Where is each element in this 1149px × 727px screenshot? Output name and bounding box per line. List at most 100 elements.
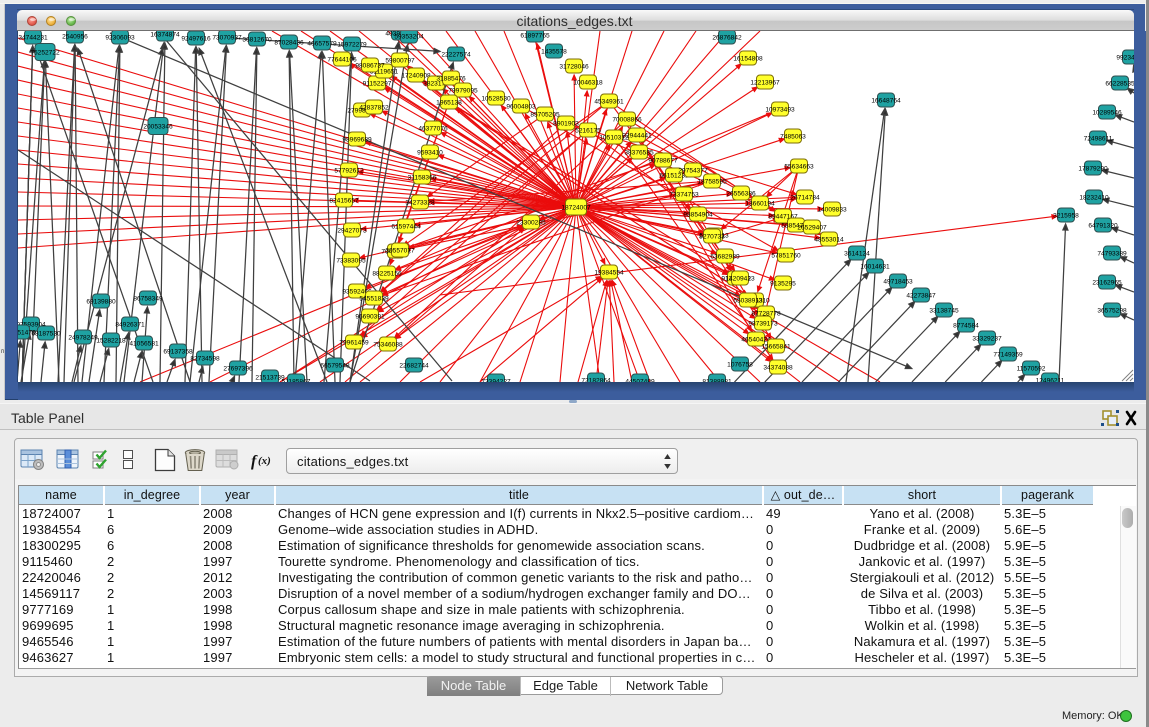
svg-text:77644106: 77644106	[327, 56, 357, 63]
svg-text:27697396: 27697396	[223, 365, 253, 372]
svg-text:75252722: 75252722	[30, 49, 60, 56]
svg-text:55038913: 55038913	[733, 297, 763, 304]
svg-text:17240908: 17240908	[401, 72, 431, 79]
svg-text:34374088: 34374088	[763, 364, 793, 371]
svg-text:54551839: 54551839	[359, 295, 389, 302]
svg-text:29754377: 29754377	[678, 167, 708, 174]
svg-text:46377076: 46377076	[418, 125, 448, 132]
svg-text:45349361: 45349361	[594, 98, 624, 105]
svg-text:(x): (x)	[258, 455, 271, 467]
svg-text:33329237: 33329237	[972, 335, 1002, 342]
svg-text:84926371: 84926371	[115, 321, 145, 328]
svg-text:22227574: 22227574	[441, 51, 471, 58]
svg-text:73374753: 73374753	[669, 191, 699, 198]
svg-text:98969689: 98969689	[342, 136, 372, 143]
svg-text:85705205: 85705205	[530, 111, 560, 118]
svg-text:34273328: 34273328	[405, 199, 435, 206]
svg-text:61897765: 61897765	[520, 32, 550, 39]
svg-text:26529407: 26529407	[797, 224, 827, 231]
svg-text:61597444: 61597444	[391, 223, 421, 230]
svg-text:15972279: 15972279	[337, 41, 367, 48]
svg-text:70008866: 70008866	[612, 116, 642, 123]
svg-text:23162965: 23162965	[1092, 279, 1122, 286]
svg-text:8270733: 8270733	[699, 233, 725, 240]
svg-text:19384554: 19384554	[594, 269, 624, 276]
svg-text:f: f	[251, 453, 258, 470]
svg-text:98854904: 98854904	[683, 211, 713, 218]
svg-text:17879290: 17879290	[1078, 165, 1108, 172]
svg-text:96004803: 96004803	[506, 103, 536, 110]
svg-text:79979095: 79979095	[448, 87, 478, 94]
svg-text:1435578: 1435578	[541, 48, 567, 55]
svg-text:34744231: 34744231	[18, 34, 48, 41]
svg-text:49718453: 49718453	[883, 278, 913, 285]
svg-text:63682989: 63682989	[710, 253, 740, 260]
svg-text:23300285: 23300285	[516, 219, 546, 226]
svg-text:14009833: 14009833	[817, 206, 847, 213]
svg-text:16014631: 16014631	[860, 263, 890, 270]
svg-text:29427073: 29427073	[337, 227, 367, 234]
svg-text:3614124: 3614124	[844, 250, 870, 257]
svg-text:92306093: 92306093	[105, 34, 135, 41]
svg-text:69137358: 69137358	[163, 348, 193, 355]
svg-text:66228535: 66228535	[1105, 80, 1134, 87]
svg-text:18724007: 18724007	[561, 204, 591, 211]
svg-text:5216175: 5216175	[575, 127, 601, 134]
svg-text:59800797: 59800797	[385, 57, 415, 64]
svg-text:15282218: 15282218	[96, 337, 126, 344]
svg-text:30557077: 30557077	[385, 247, 415, 254]
svg-text:36575298: 36575298	[1097, 307, 1127, 314]
svg-text:15665841: 15665841	[761, 343, 791, 350]
svg-text:57792612: 57792612	[334, 167, 364, 174]
svg-text:24978249: 24978249	[68, 334, 98, 341]
svg-text:26876842: 26876842	[712, 34, 742, 41]
svg-text:99234974: 99234974	[1116, 54, 1134, 61]
svg-text:66579548: 66579548	[320, 362, 350, 369]
svg-text:9135295: 9135295	[770, 280, 796, 287]
svg-text:8901903: 8901903	[553, 120, 579, 127]
svg-text:55634663: 55634663	[784, 163, 814, 170]
svg-text:82415657: 82415657	[329, 197, 359, 204]
svg-text:36812670: 36812670	[242, 36, 272, 43]
svg-text:10973493: 10973493	[765, 106, 795, 113]
svg-text:18758595: 18758595	[697, 178, 727, 185]
svg-text:96690391: 96690391	[355, 313, 385, 320]
svg-text:79961459: 79961459	[339, 339, 369, 346]
svg-text:73383095: 73383095	[336, 257, 366, 264]
svg-text:20053346: 20053346	[143, 123, 173, 130]
svg-text:90788677: 90788677	[648, 157, 678, 164]
svg-text:32944441: 32944441	[622, 132, 652, 139]
svg-text:26556386: 26556386	[726, 190, 756, 197]
svg-text:73070937: 73070937	[212, 34, 242, 41]
svg-text:98086737: 98086737	[355, 62, 385, 69]
svg-text:77149359: 77149359	[993, 351, 1023, 358]
svg-text:31728046: 31728046	[559, 63, 589, 70]
svg-text:26714784: 26714784	[790, 194, 820, 201]
svg-text:46540424: 46540424	[741, 336, 771, 343]
svg-text:48553014: 48553014	[814, 236, 844, 243]
svg-text:72498611: 72498611	[1084, 135, 1113, 142]
svg-text:11570592: 11570592	[1017, 365, 1046, 372]
svg-text:8774584: 8774584	[953, 322, 979, 329]
svg-text:1076758: 1076758	[727, 361, 753, 368]
svg-text:82734598: 82734598	[190, 355, 220, 362]
svg-text:10046318: 10046318	[573, 79, 603, 86]
svg-text:10528530: 10528530	[481, 95, 511, 102]
svg-text:69139880: 69139880	[86, 298, 116, 305]
svg-text:42273847: 42273847	[906, 292, 936, 299]
svg-text:98739173: 98739173	[748, 320, 778, 327]
svg-text:1965138: 1965138	[436, 99, 462, 106]
svg-text:21513739: 21513739	[255, 374, 285, 381]
svg-text:16648764: 16648764	[871, 97, 901, 104]
svg-text:31885476: 31885476	[436, 75, 466, 82]
svg-text:92497616: 92497616	[181, 35, 211, 42]
svg-text:38376585: 38376585	[624, 149, 654, 156]
svg-text:59353204: 59353204	[394, 33, 424, 40]
svg-text:91152297: 91152297	[363, 80, 392, 87]
svg-text:41056581: 41056581	[129, 340, 159, 347]
svg-text:87028436: 87028436	[274, 39, 304, 46]
svg-text:3215958: 3215958	[1053, 212, 1079, 219]
svg-text:46657579: 46657579	[307, 40, 337, 47]
svg-text:74793389: 74793389	[1097, 250, 1127, 257]
svg-text:16154808: 16154808	[733, 55, 763, 62]
